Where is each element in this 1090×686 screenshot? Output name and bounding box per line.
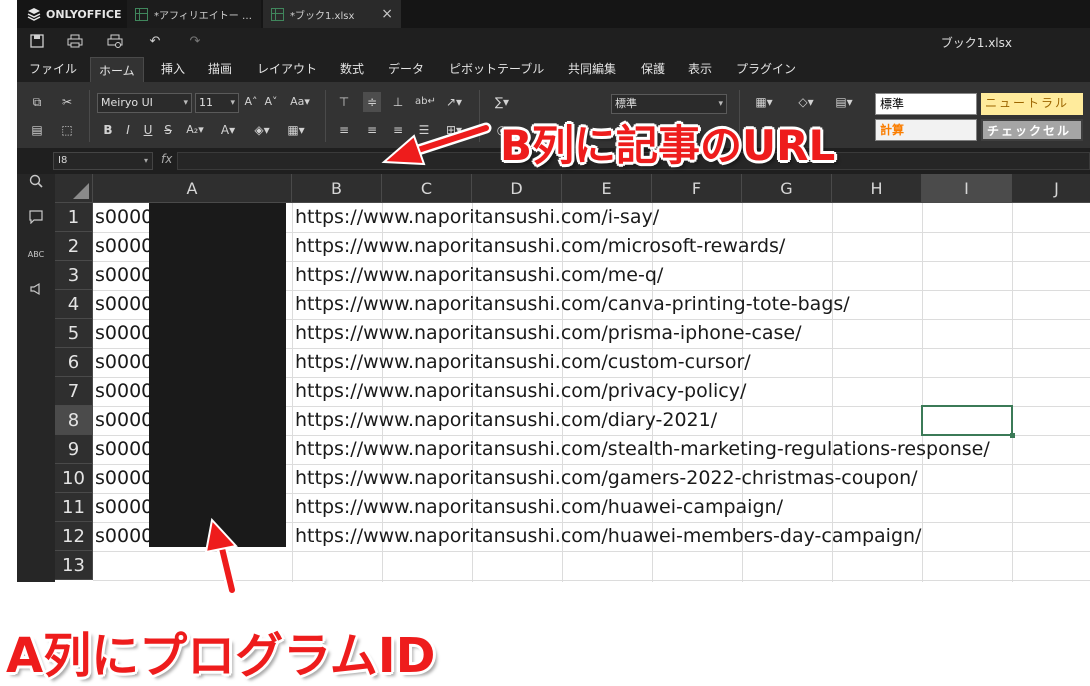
annotation-arrows xyxy=(204,122,492,596)
arrow-to-column-b xyxy=(381,122,492,166)
annotation-column-a-program-id: A列にプログラムID xyxy=(6,628,436,684)
annotation-column-b-url: B列に記事のURL xyxy=(500,121,836,170)
arrow-to-column-a xyxy=(204,517,238,596)
